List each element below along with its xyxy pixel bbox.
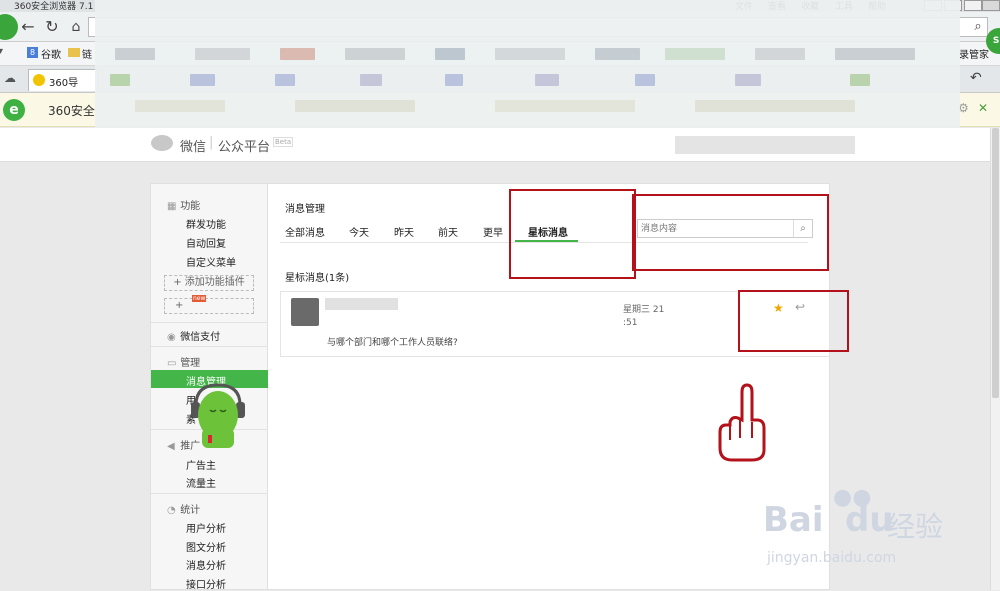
blurred-account: [675, 136, 855, 154]
message-time-line1: 星期三 21: [623, 305, 665, 315]
main-title: 消息管理: [285, 204, 325, 215]
search-icon[interactable]: ⌕: [968, 17, 988, 37]
sidebar-item-api-analysis[interactable]: 接口分析: [186, 576, 226, 591]
message-time-line2: :51: [623, 318, 638, 328]
add-button[interactable]: +: [164, 298, 254, 314]
grid-icon: ▦: [167, 201, 177, 212]
watermark-url: jingyan.baidu.com: [767, 550, 897, 566]
sidebar-item-mass-send[interactable]: 群发功能: [186, 216, 226, 231]
blurred-region: [95, 0, 960, 128]
sidebar-item-advertiser[interactable]: 广告主: [186, 457, 216, 472]
blurred-username: [325, 298, 398, 310]
sidebar-item-custom-menu[interactable]: 自定义菜单: [186, 254, 236, 269]
tab-favicon-icon: [33, 74, 45, 86]
manage-icon: ▭: [167, 358, 177, 369]
beta-badge: Beta: [273, 137, 294, 147]
header-divider: |: [209, 135, 214, 150]
sidebar-head-features: ▦ 功能: [167, 201, 201, 212]
folder-icon: [68, 48, 80, 57]
pay-icon: ◉: [167, 332, 176, 343]
back-arrow-icon[interactable]: ←: [18, 17, 38, 37]
bookmarks-chevron-icon[interactable]: ▾: [0, 46, 3, 57]
watermark-brand: 经验: [887, 510, 944, 543]
watermark-logo: Bai: [763, 500, 824, 540]
ie-logo-icon: e: [3, 99, 25, 121]
tab-yesterday[interactable]: 昨天: [394, 224, 414, 239]
bookmark-right[interactable]: 录管家: [959, 46, 989, 61]
window-title: 360安全浏览器 7.1: [14, 2, 94, 12]
platform-title: 公众平台: [218, 140, 271, 155]
bookmark-google[interactable]: 谷歌: [41, 46, 61, 61]
cloud-icon[interactable]: ☁: [4, 71, 16, 85]
browser-tab[interactable]: 360导: [28, 69, 98, 91]
tab-day-before[interactable]: 前天: [438, 224, 458, 239]
sidebar-item-message-analysis[interactable]: 消息分析: [186, 557, 226, 572]
add-plugin-button[interactable]: + 添加功能插件: [164, 275, 254, 291]
window-maximize-button[interactable]: [964, 0, 982, 11]
starred-count: 星标消息(1条): [285, 273, 350, 284]
chart-icon: ◔: [167, 505, 176, 516]
tab-earlier[interactable]: 更早: [483, 224, 503, 239]
annotation-box-tab: [509, 189, 636, 279]
sidebar-item-publisher[interactable]: 流量主: [186, 475, 216, 490]
sidebar-item-auto-reply[interactable]: 自动回复: [186, 235, 226, 250]
page-scrollbar[interactable]: [990, 128, 1000, 590]
bookmark-folder[interactable]: 链: [82, 46, 92, 61]
window-close-button[interactable]: [982, 0, 1000, 11]
close-icon[interactable]: ✕: [978, 101, 988, 115]
message-content: 与哪个部门和哪个工作人员联络?: [327, 338, 458, 348]
megaphone-icon: ◀: [167, 441, 175, 452]
mascot-icon: [191, 383, 245, 448]
sidebar-item-user-analysis[interactable]: 用户分析: [186, 520, 226, 535]
annotation-box-search: [632, 194, 829, 271]
tab-today[interactable]: 今天: [349, 224, 369, 239]
undo-icon[interactable]: ↶: [970, 70, 982, 86]
sidebar-head-statistics: ◔ 统计: [167, 505, 201, 516]
browser-logo-icon: [0, 14, 18, 40]
baidu-watermark: ●● Bai du 经验 jingyan.baidu.com: [755, 485, 985, 575]
google-icon: 8: [27, 47, 38, 58]
wechat-logo-text: 微信: [180, 140, 207, 155]
sidebar-head-manage: ▭ 管理: [167, 358, 201, 369]
tab-all-messages[interactable]: 全部消息: [285, 224, 325, 239]
tab-label: 360导: [49, 78, 79, 89]
new-badge: new: [192, 295, 207, 302]
annotation-box-actions: [738, 290, 849, 352]
wechat-logo-icon: [151, 135, 173, 151]
home-icon[interactable]: ⌂: [66, 17, 86, 37]
page-header: 微信 | 公众平台 Beta: [0, 128, 990, 162]
refresh-icon[interactable]: ↻: [42, 17, 62, 37]
sidebar-item-article-analysis[interactable]: 图文分析: [186, 539, 226, 554]
pointing-hand-icon: [718, 383, 766, 462]
info-bar-text: 360安全: [48, 104, 95, 118]
avatar[interactable]: [291, 298, 319, 326]
sidebar-item-wechat-pay[interactable]: ◉ 微信支付: [167, 328, 220, 343]
